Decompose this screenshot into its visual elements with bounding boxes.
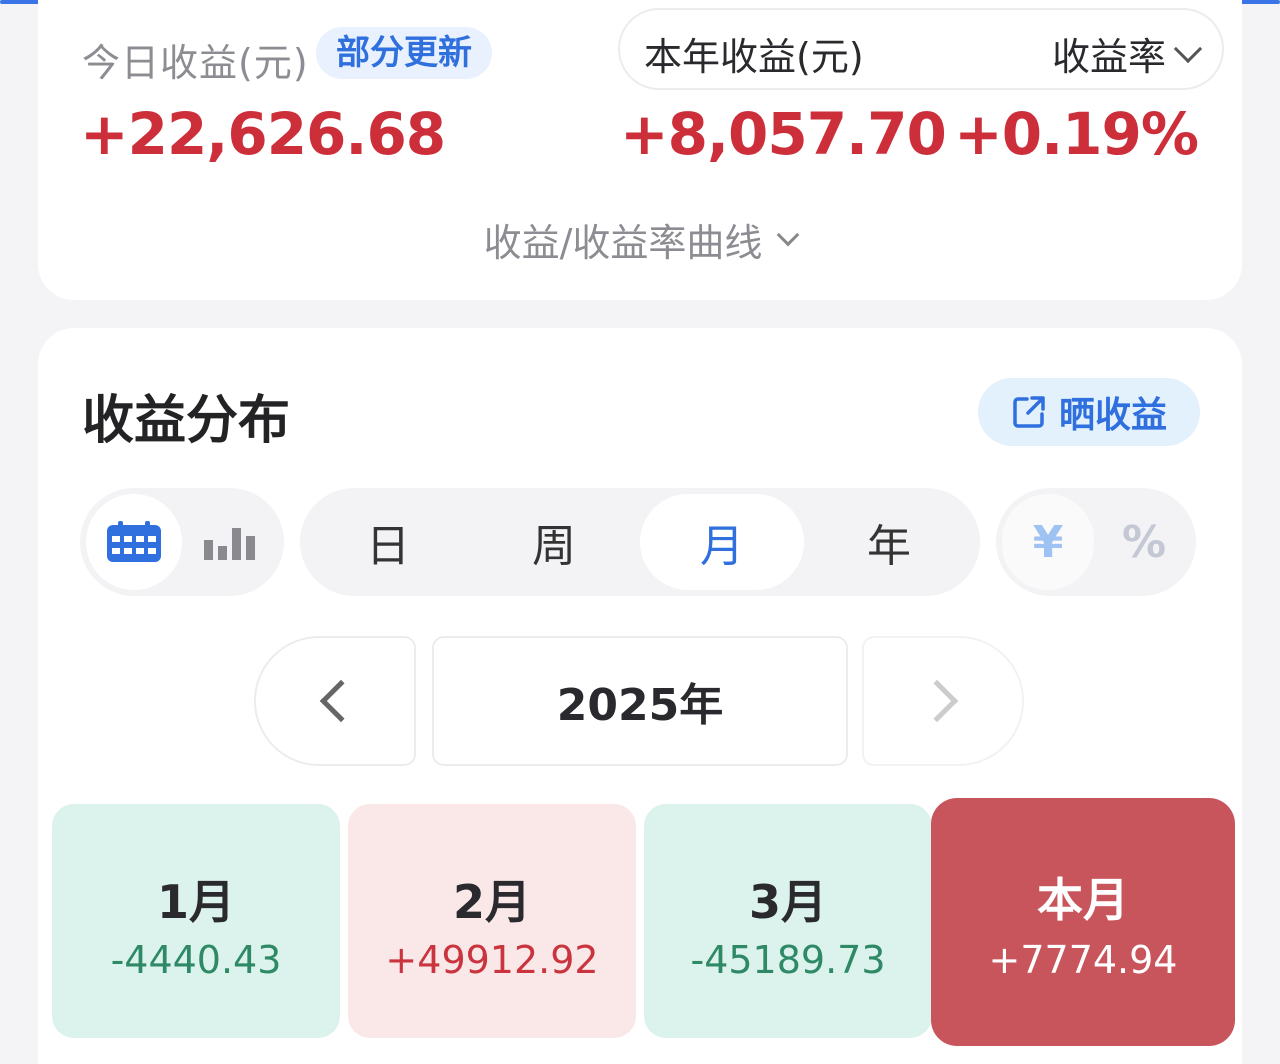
month-earnings: +49912.92: [385, 938, 599, 982]
curve-toggle-label: 收益/收益率曲线: [483, 221, 763, 265]
year-earnings-label: 本年收益(元): [644, 35, 864, 79]
rate-dropdown-label: 收益率: [1051, 35, 1166, 79]
month-tile-feb[interactable]: 2月 +49912.92: [348, 804, 636, 1038]
month-name: 本月: [1037, 873, 1129, 927]
chevron-right-icon: [915, 679, 959, 723]
period-switch: 日 周 月 年: [300, 488, 980, 596]
external-share-icon: [1011, 394, 1047, 430]
selected-year: 2025年: [432, 636, 848, 766]
share-button-label: 晒收益: [1058, 395, 1167, 436]
unit-yuan-toggle[interactable]: ¥: [1002, 494, 1094, 590]
month-name: 1月: [156, 875, 235, 929]
period-day-tab[interactable]: 日: [306, 494, 470, 590]
month-name: 2月: [452, 875, 531, 929]
month-earnings: +7774.94: [988, 938, 1178, 982]
period-month-tab[interactable]: 月: [640, 494, 804, 590]
top-edge-accent-left: [0, 0, 40, 4]
month-tile-current[interactable]: 本月 +7774.94: [931, 798, 1235, 1046]
share-earnings-button[interactable]: 晒收益: [978, 378, 1200, 446]
earnings-distribution-card: 收益分布 晒收益 日 周 月 年 ¥ % 2025年 1月 -4440.43 2…: [38, 328, 1242, 1064]
period-week-tab[interactable]: 周: [472, 494, 636, 590]
month-name: 3月: [748, 875, 827, 929]
section-title: 收益分布: [82, 391, 291, 451]
today-earnings-value: +22,626.68: [80, 100, 446, 168]
earnings-rate-value: +0.19%: [954, 100, 1199, 168]
calendar-icon: [107, 521, 161, 562]
month-tile-jan[interactable]: 1月 -4440.43: [52, 804, 340, 1038]
partial-update-badge[interactable]: 部分更新: [316, 27, 492, 79]
year-earnings-value: +8,057.70: [620, 100, 947, 168]
previous-year-button[interactable]: [254, 636, 416, 766]
unit-percent-toggle[interactable]: %: [1098, 494, 1190, 590]
chevron-down-icon: [777, 223, 800, 246]
month-earnings: -4440.43: [110, 938, 282, 982]
bar-chart-view-toggle[interactable]: [182, 494, 278, 590]
earnings-curve-toggle[interactable]: 收益/收益率曲线: [38, 212, 1242, 267]
top-edge-accent-right: [1240, 0, 1280, 4]
month-earnings: -45189.73: [690, 938, 886, 982]
rate-dropdown[interactable]: 收益率: [1051, 26, 1203, 81]
month-tile-mar[interactable]: 3月 -45189.73: [644, 804, 932, 1038]
earnings-summary-card: 今日收益(元) 部分更新 本年收益(元) 收益率 +22,626.68 +8,0…: [38, 0, 1242, 300]
chevron-down-icon: [1173, 34, 1203, 63]
today-earnings-label: 今日收益(元): [82, 41, 309, 85]
next-year-button[interactable]: [862, 636, 1024, 766]
period-year-tab[interactable]: 年: [806, 494, 972, 590]
chevron-left-icon: [319, 679, 363, 723]
calendar-view-toggle[interactable]: [86, 494, 182, 590]
year-earnings-selector[interactable]: 本年收益(元) 收益率: [618, 8, 1224, 90]
view-mode-switch: [80, 488, 284, 596]
bar-chart-icon: [204, 528, 255, 560]
unit-switch: ¥ %: [996, 488, 1196, 596]
